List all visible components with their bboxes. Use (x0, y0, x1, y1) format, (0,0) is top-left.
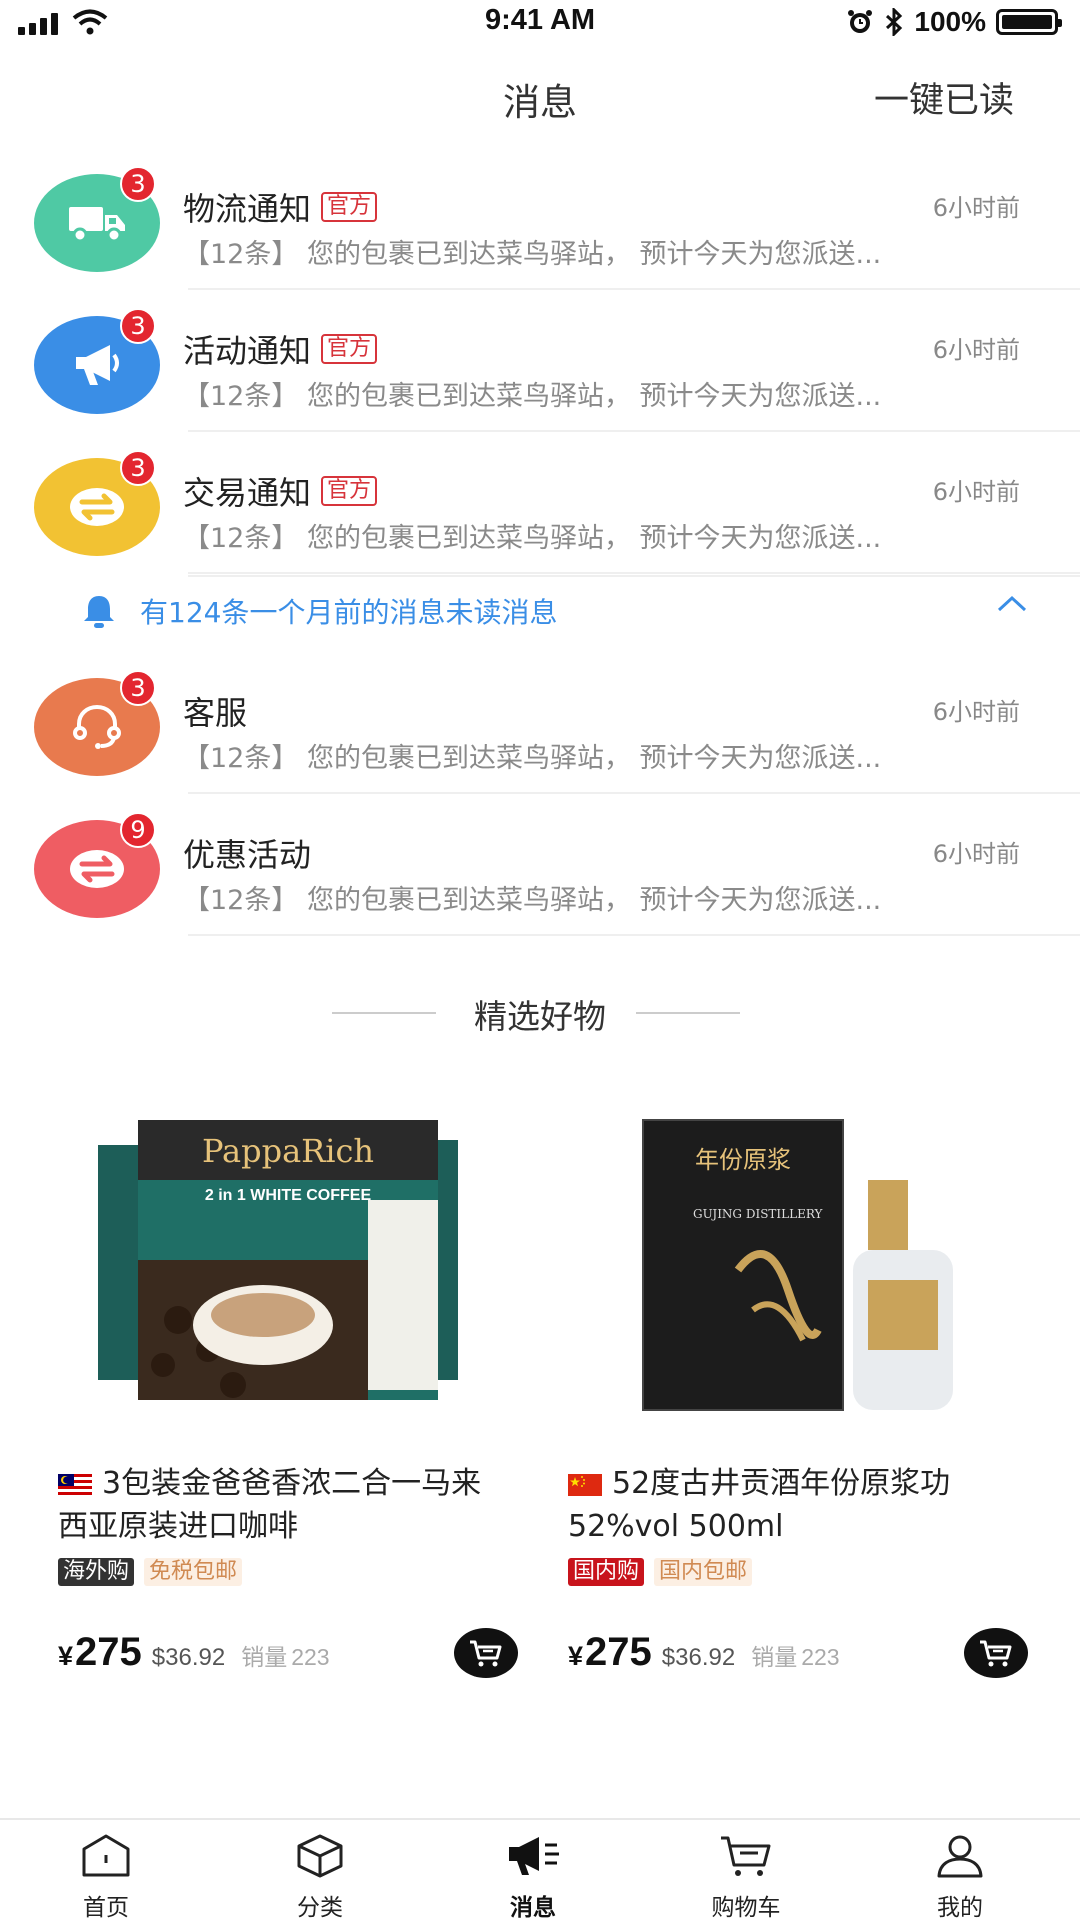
official-tag: 官方 (321, 192, 378, 222)
product-price: 275 (585, 1630, 652, 1674)
bluetooth-icon (886, 8, 903, 36)
message-preview: 【12条】 您的包裹已到达菜鸟驿站， 预计今天为您派送... (183, 381, 882, 412)
product-card[interactable]: PappaRich 2 in 1 WHITE COFFEE 3包装金爸爸香浓二合… (58, 1100, 518, 1700)
price-symbol: ¥ (568, 1641, 584, 1671)
message-preview: 【12条】 您的包裹已到达菜鸟驿站， 预计今天为您派送... (183, 523, 882, 554)
sales-label: 销量 (751, 1645, 798, 1671)
sales-count: 223 (801, 1644, 840, 1670)
product-image-brand: PappaRich (202, 1132, 374, 1170)
box-icon (297, 1834, 343, 1878)
product-tag-overseas: 海外购 (58, 1558, 135, 1586)
price-symbol: ¥ (58, 1641, 74, 1671)
add-to-cart-button[interactable] (964, 1628, 1028, 1678)
product-price-usd: $36.92 (661, 1644, 736, 1671)
message-title: 交易通知 (183, 474, 312, 512)
message-title: 优惠活动 (183, 836, 312, 874)
product-card[interactable]: 年份原浆 GUJING DISTILLERY 52度古井贡酒年份原浆功52%vo… (568, 1100, 1028, 1700)
tab-messages[interactable]: 消息 (463, 1830, 603, 1922)
message-item-activity[interactable]: 3 活动通知 官方 6小时前 【12条】 您的包裹已到达菜鸟驿站， 预计今天为您… (0, 290, 1080, 432)
message-title: 活动通知 (183, 332, 312, 370)
unread-badge: 3 (120, 166, 156, 202)
header: 消息 一键已读 (0, 62, 1080, 132)
unread-badge: 3 (120, 308, 156, 344)
product-image-subtitle: GUJING DISTILLERY (693, 1207, 824, 1221)
product-image-brand: 年份原浆 (695, 1146, 791, 1174)
add-to-cart-button[interactable] (454, 1628, 518, 1678)
china-flag-icon (568, 1473, 602, 1496)
battery-icon (996, 9, 1062, 35)
tab-label: 分类 (297, 1895, 343, 1921)
tab-bar: 首页 分类 消息 购物车 我的 (0, 1818, 1080, 1922)
alarm-icon (848, 10, 873, 33)
sales-count: 223 (291, 1644, 330, 1670)
message-item-trade[interactable]: 3 交易通知 官方 6小时前 【12条】 您的包裹已到达菜鸟驿站， 预计今天为您… (0, 432, 1080, 574)
tab-category[interactable]: 分类 (250, 1830, 390, 1922)
cart-icon (721, 1836, 771, 1876)
product-price: 275 (75, 1630, 142, 1674)
home-icon (82, 1834, 130, 1877)
product-price-usd: $36.92 (151, 1644, 226, 1671)
notice-text: 有124条一个月前的消息未读消息 (140, 596, 558, 629)
official-tag: 官方 (321, 334, 378, 364)
tab-label: 消息 (510, 1895, 556, 1921)
message-preview: 【12条】 您的包裹已到达菜鸟驿站， 预计今天为您派送... (183, 743, 882, 774)
message-item-customer-service[interactable]: 3 客服 6小时前 【12条】 您的包裹已到达菜鸟驿站， 预计今天为您派送... (0, 652, 1080, 794)
message-preview: 【12条】 您的包裹已到达菜鸟驿站， 预计今天为您派送... (183, 239, 882, 270)
divider (636, 1012, 740, 1014)
message-time: 6小时前 (932, 698, 1020, 726)
message-item-promotions[interactable]: 9 优惠活动 6小时前 【12条】 您的包裹已到达菜鸟驿站， 预计今天为您派送.… (0, 794, 1080, 936)
official-tag: 官方 (321, 476, 378, 506)
tab-profile[interactable]: 我的 (890, 1830, 1030, 1922)
tab-label: 我的 (937, 1895, 983, 1921)
sales-label: 销量 (241, 1645, 288, 1671)
user-icon (937, 1835, 983, 1878)
divider (188, 575, 1080, 577)
tab-cart[interactable]: 购物车 (676, 1830, 816, 1922)
message-preview: 【12条】 您的包裹已到达菜鸟驿站， 预计今天为您派送... (183, 885, 882, 916)
unread-badge: 3 (120, 670, 156, 706)
mark-all-read-button[interactable]: 一键已读 (874, 72, 1014, 123)
message-time: 6小时前 (932, 194, 1020, 222)
message-title: 物流通知 (183, 190, 312, 228)
megaphone-icon (509, 1837, 559, 1875)
message-title: 客服 (183, 694, 248, 732)
product-image-subtitle: 2 in 1 WHITE COFFEE (205, 1187, 372, 1204)
message-time: 6小时前 (932, 478, 1020, 506)
message-time: 6小时前 (932, 840, 1020, 868)
chevron-up-icon[interactable] (996, 593, 1028, 613)
tab-home[interactable]: 首页 (36, 1830, 176, 1922)
tab-label: 首页 (83, 1895, 129, 1921)
cart-icon (980, 1640, 1012, 1667)
product-tag-domestic: 国内购 (568, 1558, 645, 1586)
unread-badge: 3 (120, 450, 156, 486)
cart-icon (470, 1640, 502, 1667)
message-item-logistics[interactable]: 3 物流通知 官方 6小时前 【12条】 您的包裹已到达菜鸟驿站， 预计今天为您… (0, 148, 1080, 290)
bell-icon (84, 596, 114, 628)
product-image[interactable]: PappaRich 2 in 1 WHITE COFFEE (58, 1100, 518, 1440)
unread-badge: 9 (120, 812, 156, 848)
product-name: 52度古井贡酒年份原浆功52%vol 500ml (568, 1466, 951, 1544)
product-tag-shipping: 免税包邮 (144, 1558, 243, 1586)
product-name: 3包装金爸爸香浓二合一马来西亚原装进口咖啡 (58, 1466, 482, 1544)
section-title: 精选好物 (474, 997, 606, 1036)
tab-label: 购物车 (711, 1895, 781, 1921)
divider (188, 934, 1080, 936)
divider (188, 572, 1080, 574)
message-time: 6小时前 (932, 336, 1020, 364)
old-unread-notice[interactable]: 有124条一个月前的消息未读消息 (0, 575, 1080, 645)
malaysia-flag-icon (58, 1473, 92, 1496)
product-tag-shipping: 国内包邮 (654, 1558, 753, 1586)
status-bar: 9:41 AM 100% (0, 0, 1080, 44)
product-image[interactable]: 年份原浆 GUJING DISTILLERY (568, 1100, 1028, 1440)
battery-percent: 100% (914, 6, 986, 37)
